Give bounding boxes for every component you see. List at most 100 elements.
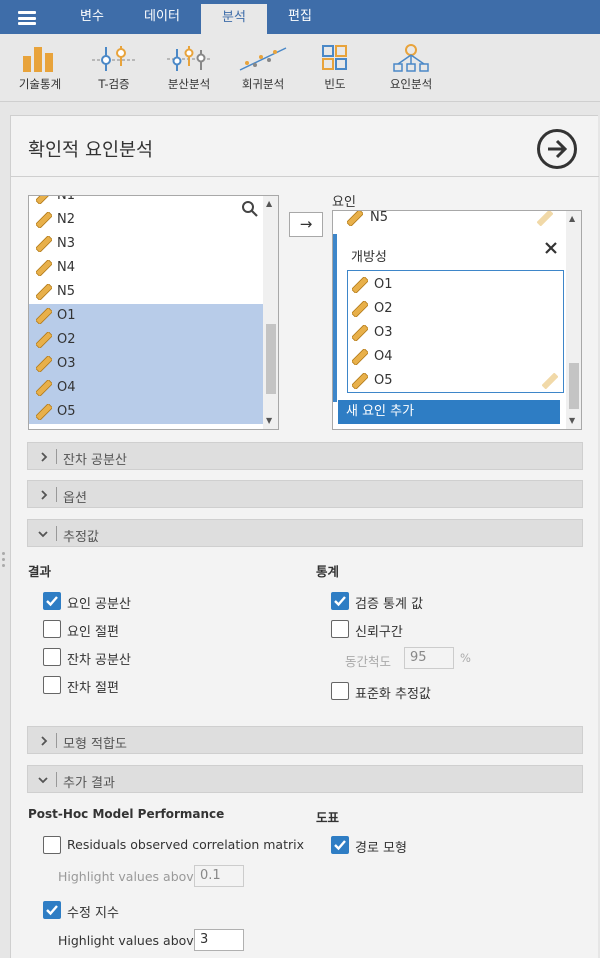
scroll-thumb[interactable]	[266, 324, 276, 394]
divider	[56, 733, 57, 748]
factor-covariance-label[interactable]: 요인 공분산	[67, 593, 131, 612]
interval-input[interactable]: 95	[404, 647, 454, 669]
section-residual-covariances[interactable]: 잔차 공분산	[27, 442, 583, 470]
scroll-down-icon[interactable]: ▼	[266, 416, 272, 425]
ribbon-label: 기술통계	[18, 77, 62, 91]
list-item[interactable]: O2	[29, 328, 263, 352]
list-item[interactable]: N3	[29, 232, 263, 256]
scroll-down-icon[interactable]: ▼	[569, 416, 575, 425]
residual-intercept-label[interactable]: 잔차 절편	[67, 677, 119, 696]
factor-covariance-checkbox[interactable]	[43, 592, 61, 610]
test-statistic-label[interactable]: 검증 통계 값	[355, 593, 423, 612]
list-item[interactable]: N4	[29, 256, 263, 280]
checkmark-icon	[46, 596, 58, 607]
search-icon[interactable]	[241, 200, 259, 218]
factors-label: 요인	[332, 195, 356, 210]
ribbon-frequencies[interactable]: 빈도	[310, 44, 360, 92]
factor-card: 개방성 O1 O2 O3 O4 O5	[333, 234, 564, 402]
ribbon-regression[interactable]: 회귀분석	[234, 44, 292, 92]
residuals-matrix-label[interactable]: Residuals observed correlation matrix	[67, 837, 304, 852]
ttest-icon	[92, 46, 136, 71]
confidence-interval-label[interactable]: 신뢰구간	[355, 621, 403, 640]
list-item[interactable]: N1	[29, 196, 263, 208]
list-item[interactable]: O5	[348, 369, 563, 393]
list-item[interactable]: N2	[29, 208, 263, 232]
regression-icon	[239, 47, 287, 71]
list-item[interactable]: N5	[29, 280, 263, 304]
modification-indices-checkbox[interactable]	[43, 901, 61, 919]
ribbon-factor[interactable]: 요인분석	[382, 44, 440, 92]
tab-edit[interactable]: 편집	[273, 0, 327, 34]
section-estimates[interactable]: 추정값	[27, 519, 583, 547]
list-item[interactable]: O3	[29, 352, 263, 376]
residuals-matrix-checkbox[interactable]	[43, 836, 61, 854]
ruler-icon	[542, 373, 558, 389]
list-item[interactable]: O1	[348, 273, 563, 297]
residual-covariance-label[interactable]: 잔차 공분산	[67, 649, 131, 668]
section-title: 옵션	[63, 491, 87, 506]
ribbon-label: 회귀분석	[241, 77, 285, 91]
factor-name[interactable]: 개방성	[351, 246, 387, 265]
posthoc-heading: Post-Hoc Model Performance	[28, 807, 225, 821]
add-factor-button[interactable]: 새 요인 추가	[338, 400, 560, 424]
divider	[56, 487, 57, 502]
factor-list-scrollbar[interactable]: ▲ ▼	[566, 211, 581, 429]
factor-intercept-checkbox[interactable]	[43, 620, 61, 638]
results-heading: 결과	[28, 564, 52, 579]
checkmark-icon	[334, 840, 346, 851]
section-title: 추가 결과	[63, 776, 115, 791]
scroll-up-icon[interactable]: ▲	[266, 199, 272, 208]
scroll-thumb[interactable]	[569, 363, 579, 409]
descriptives-icon	[23, 47, 53, 72]
run-arrow-button[interactable]	[537, 129, 577, 169]
factor-icon	[393, 44, 429, 72]
residual-intercept-checkbox[interactable]	[43, 676, 61, 694]
residual-covariance-checkbox[interactable]	[43, 648, 61, 666]
standardized-estimate-checkbox[interactable]	[331, 682, 349, 700]
list-item[interactable]: O4	[29, 376, 263, 400]
list-item[interactable]: O4	[348, 345, 563, 369]
ribbon-label: T-검증	[98, 77, 130, 91]
move-to-factor-button[interactable]: →	[289, 212, 323, 237]
chevron-right-icon	[41, 452, 48, 462]
list-item[interactable]: N5	[333, 211, 565, 230]
scroll-up-icon[interactable]: ▲	[569, 214, 575, 223]
variable-list-scrollbar[interactable]: ▲ ▼	[263, 196, 278, 429]
path-diagram-label[interactable]: 경로 모형	[355, 837, 407, 856]
list-item[interactable]: O1	[29, 304, 263, 328]
tab-analyses[interactable]: 분석	[201, 4, 267, 34]
confidence-interval-checkbox[interactable]	[331, 620, 349, 638]
variable-list[interactable]: N1 N2 N3 N4 N5 O1 O2 O3 O4 O5 ▲ ▼	[28, 195, 279, 430]
standardized-estimate-label[interactable]: 표준화 추정값	[355, 683, 431, 702]
ribbon-descriptives[interactable]: 기술통계	[12, 44, 68, 92]
splitter-handle[interactable]	[2, 552, 5, 570]
ribbon-anova[interactable]: 분산분석	[160, 44, 218, 92]
plots-heading: 도표	[316, 810, 340, 825]
path-diagram-checkbox[interactable]	[331, 836, 349, 854]
list-item[interactable]: O5	[29, 400, 263, 424]
section-options[interactable]: 옵션	[27, 480, 583, 508]
factor-variable-list[interactable]: O1 O2 O3 O4 O5	[347, 270, 564, 393]
divider	[56, 449, 57, 464]
interval-label: 동간척도	[345, 654, 392, 669]
highlight-label: Highlight values above	[58, 933, 202, 948]
tab-data[interactable]: 데이터	[131, 0, 193, 34]
hamburger-menu-icon[interactable]	[18, 11, 36, 25]
section-model-fit[interactable]: 모형 적합도	[27, 726, 583, 754]
section-title: 잔차 공분산	[63, 453, 127, 468]
test-statistic-checkbox[interactable]	[331, 592, 349, 610]
modification-indices-label[interactable]: 수정 지수	[67, 902, 119, 921]
factor-intercept-label[interactable]: 요인 절편	[67, 621, 119, 640]
checkmark-icon	[46, 905, 58, 916]
highlight-input-1[interactable]: 0.1	[194, 865, 244, 887]
tab-variables[interactable]: 변수	[63, 0, 121, 34]
list-item[interactable]: O2	[348, 297, 563, 321]
options-panel: 확인적 요인분석 N1 N2 N3 N4 N5 O1 O2 O3 O4 O5 ▲…	[10, 115, 599, 958]
ruler-icon	[36, 332, 52, 348]
list-item[interactable]: O3	[348, 321, 563, 345]
anova-icon	[167, 46, 211, 71]
section-additional-output[interactable]: 추가 결과	[27, 765, 583, 793]
close-icon[interactable]	[545, 242, 557, 254]
ribbon-ttest[interactable]: T-검증	[88, 44, 140, 92]
highlight-input-2[interactable]: 3	[194, 929, 244, 951]
